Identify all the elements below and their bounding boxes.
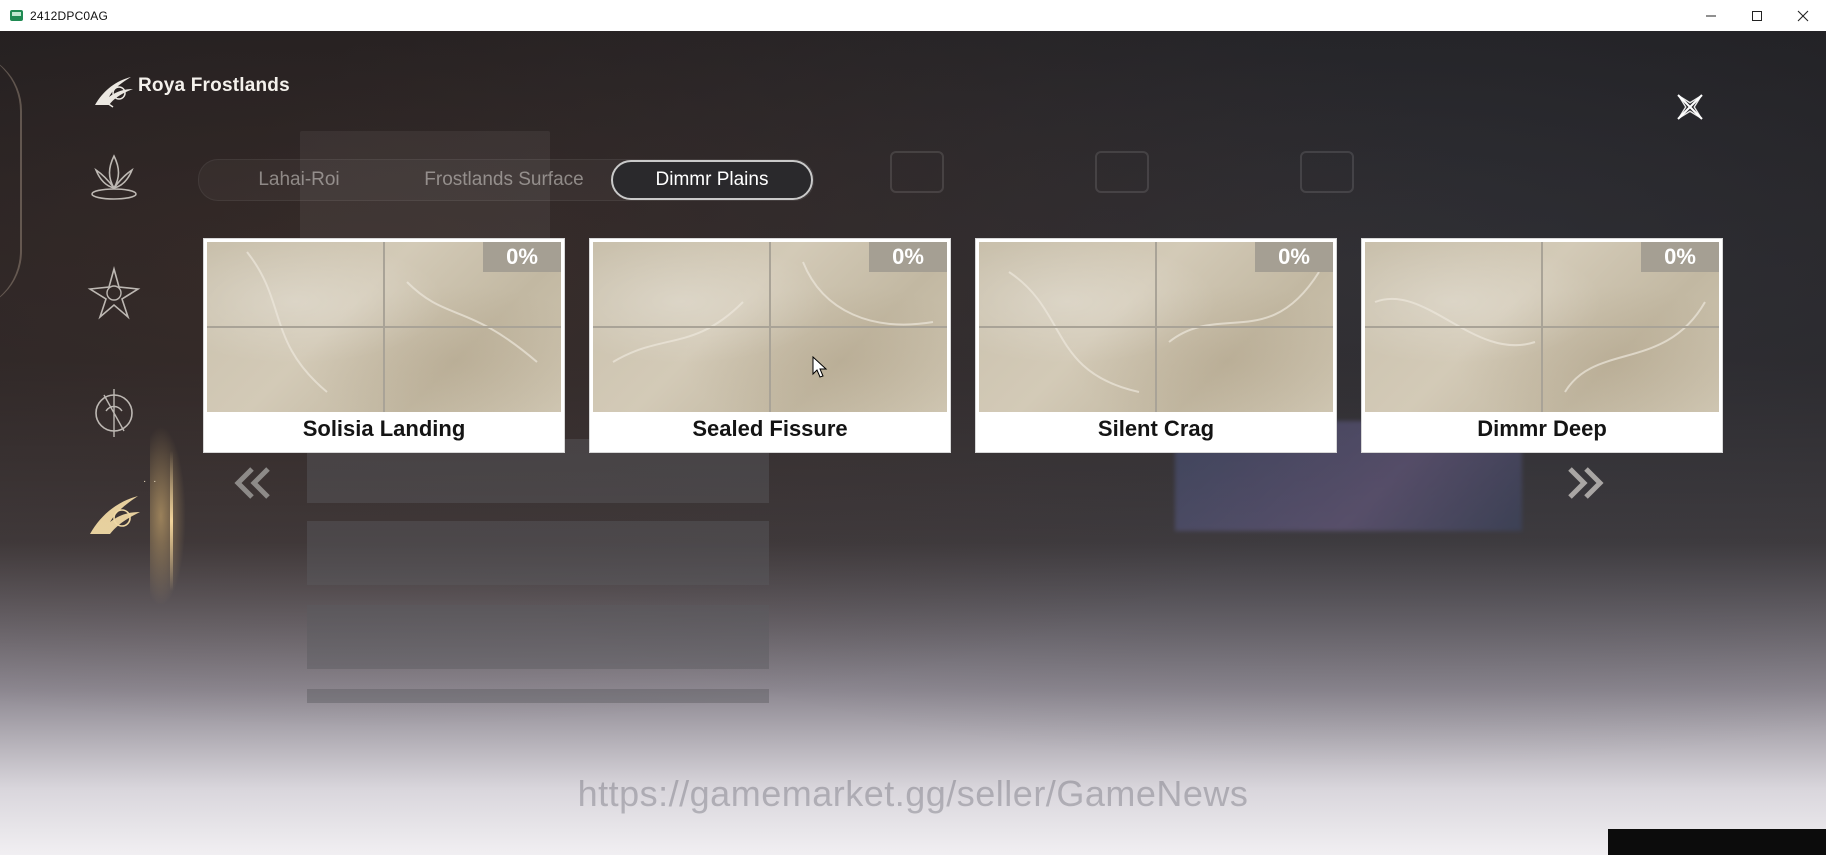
active-glow [150,426,186,606]
area-name: Sealed Fissure [692,416,848,441]
background-row [307,689,769,703]
double-chevron-left-icon[interactable] [230,463,276,503]
decorative-arc [0,51,22,311]
crest-emblem-icon[interactable] [84,381,144,441]
background-row [307,521,769,585]
star-compass-icon[interactable] [84,263,144,323]
progress-badge: 0% [869,242,947,272]
area-card-silent-crag[interactable]: 0% Silent Crag [975,238,1337,453]
decorative-dots: · · [143,476,159,487]
app-icon [10,10,23,21]
star-close-icon[interactable] [1672,89,1708,125]
background-chest-icon [890,151,944,193]
area-card-dimmr-deep[interactable]: 0% Dimmr Deep [1361,238,1723,453]
window-controls [1688,0,1826,31]
roya-frostlands-emblem-icon[interactable] [84,486,144,546]
window-titlebar: 2412DPC0AG [0,0,1826,32]
background-row [307,605,769,669]
roya-frostlands-emblem-icon [95,77,133,108]
progress-badge: 0% [1641,242,1719,272]
mouse-cursor-icon [812,356,828,378]
region-tabs: Lahai-Roi Frostlands Surface Dimmr Plain… [198,159,814,201]
background-chest-icon [1300,151,1354,193]
tab-dimmr-plains[interactable]: Dimmr Plains [611,160,813,200]
area-card-solisia-landing[interactable]: 0% Solisia Landing [203,238,565,453]
background-chest-icon [1095,151,1149,193]
lotus-emblem-icon[interactable] [84,148,144,208]
region-title: Roya Frostlands [138,75,290,96]
tab-frostlands-surface[interactable]: Frostlands Surface [399,160,609,200]
tab-lahai-roi[interactable]: Lahai-Roi [229,160,369,200]
corner-overlay [1608,829,1826,855]
close-icon[interactable] [1780,0,1826,31]
watermark-text: https://gamemarket.gg/seller/GameNews [577,773,1249,814]
area-name: Solisia Landing [302,416,466,441]
progress-badge: 0% [483,242,561,272]
progress-badge: 0% [1255,242,1333,272]
game-viewport: Roya Frostlands · · Lahai-Roi Frostlands… [0,31,1826,855]
minimize-icon[interactable] [1688,0,1734,31]
active-indicator [170,451,173,591]
area-card-sealed-fissure[interactable]: 0% Sealed Fissure [589,238,951,453]
area-name: Dimmr Deep [1477,416,1607,441]
double-chevron-right-icon[interactable] [1562,463,1608,503]
window-title: 2412DPC0AG [30,8,109,23]
area-name: Silent Crag [1097,416,1215,441]
maximize-icon[interactable] [1734,0,1780,31]
